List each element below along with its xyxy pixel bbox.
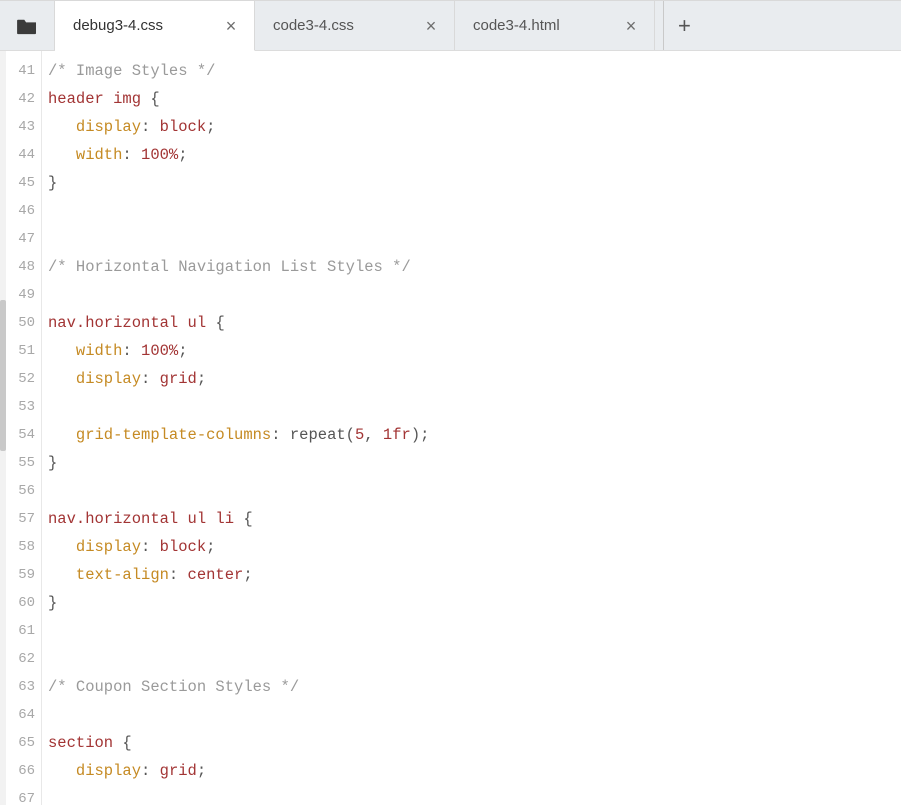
line-number: 61	[6, 617, 41, 645]
code-line[interactable]: width: 100%;	[48, 337, 901, 365]
close-icon[interactable]: ×	[222, 17, 240, 35]
line-number: 43	[6, 113, 41, 141]
code-area[interactable]: /* Image Styles */header img { display: …	[42, 51, 901, 805]
code-line[interactable]: display: block;	[48, 533, 901, 561]
code-line[interactable]: grid-template-columns: repeat(5, 1fr);	[48, 421, 901, 449]
code-line[interactable]	[48, 281, 901, 309]
code-line[interactable]: display: block;	[48, 113, 901, 141]
code-line[interactable]	[48, 225, 901, 253]
code-line[interactable]	[48, 645, 901, 673]
line-number: 56	[6, 477, 41, 505]
code-line[interactable]: nav.horizontal ul li {	[48, 505, 901, 533]
code-line[interactable]	[48, 785, 901, 805]
line-number: 65	[6, 729, 41, 757]
code-line[interactable]	[48, 197, 901, 225]
editor-window: debug3-4.css × code3-4.css × code3-4.html × +…	[0, 0, 901, 805]
minimap-scrollbar[interactable]	[0, 51, 6, 805]
line-number: 46	[6, 197, 41, 225]
line-number: 52	[6, 365, 41, 393]
code-line[interactable]: section {	[48, 729, 901, 757]
line-number: 49	[6, 281, 41, 309]
line-number: 50	[6, 309, 41, 337]
line-number: 64	[6, 701, 41, 729]
code-line[interactable]: display: grid;	[48, 757, 901, 785]
close-icon[interactable]: ×	[622, 17, 640, 35]
line-number: 41	[6, 57, 41, 85]
code-line[interactable]: text-align: center;	[48, 561, 901, 589]
line-number: 60	[6, 589, 41, 617]
line-number: 48	[6, 253, 41, 281]
line-number: 51	[6, 337, 41, 365]
tab-debug3-4-css[interactable]: debug3-4.css ×	[55, 1, 255, 51]
code-line[interactable]	[48, 617, 901, 645]
code-editor[interactable]: 4142434445464748495051525354555657585960…	[0, 51, 901, 805]
code-line[interactable]	[48, 393, 901, 421]
line-number: 47	[6, 225, 41, 253]
line-number: 42	[6, 85, 41, 113]
line-number-gutter: 4142434445464748495051525354555657585960…	[6, 51, 42, 805]
scrollbar-thumb[interactable]	[0, 300, 6, 451]
code-line[interactable]: header img {	[48, 85, 901, 113]
new-tab-button[interactable]: +	[663, 1, 705, 50]
code-line[interactable]: /* Coupon Section Styles */	[48, 673, 901, 701]
code-line[interactable]: nav.horizontal ul {	[48, 309, 901, 337]
code-line[interactable]: /* Image Styles */	[48, 57, 901, 85]
folder-icon	[16, 17, 38, 35]
line-number: 54	[6, 421, 41, 449]
code-line[interactable]: display: grid;	[48, 365, 901, 393]
tab-label: debug3-4.css	[73, 17, 163, 34]
line-number: 66	[6, 757, 41, 785]
code-line[interactable]	[48, 477, 901, 505]
tab-bar: debug3-4.css × code3-4.css × code3-4.html × +	[0, 1, 901, 51]
code-line[interactable]: }	[48, 589, 901, 617]
code-line[interactable]: width: 100%;	[48, 141, 901, 169]
line-number: 53	[6, 393, 41, 421]
tab-code3-4-css[interactable]: code3-4.css ×	[255, 1, 455, 50]
line-number: 63	[6, 673, 41, 701]
plus-icon: +	[678, 13, 691, 39]
line-number: 62	[6, 645, 41, 673]
code-line[interactable]: /* Horizontal Navigation List Styles */	[48, 253, 901, 281]
tab-code3-4-html[interactable]: code3-4.html ×	[455, 1, 655, 50]
code-line[interactable]	[48, 701, 901, 729]
code-line[interactable]: }	[48, 169, 901, 197]
tab-label: code3-4.css	[273, 17, 354, 34]
close-icon[interactable]: ×	[422, 17, 440, 35]
line-number: 58	[6, 533, 41, 561]
line-number: 44	[6, 141, 41, 169]
code-line[interactable]: }	[48, 449, 901, 477]
tab-label: code3-4.html	[473, 17, 560, 34]
line-number: 55	[6, 449, 41, 477]
line-number: 67	[6, 785, 41, 805]
line-number: 45	[6, 169, 41, 197]
line-number: 59	[6, 561, 41, 589]
line-number: 57	[6, 505, 41, 533]
open-folder-button[interactable]	[0, 1, 55, 50]
